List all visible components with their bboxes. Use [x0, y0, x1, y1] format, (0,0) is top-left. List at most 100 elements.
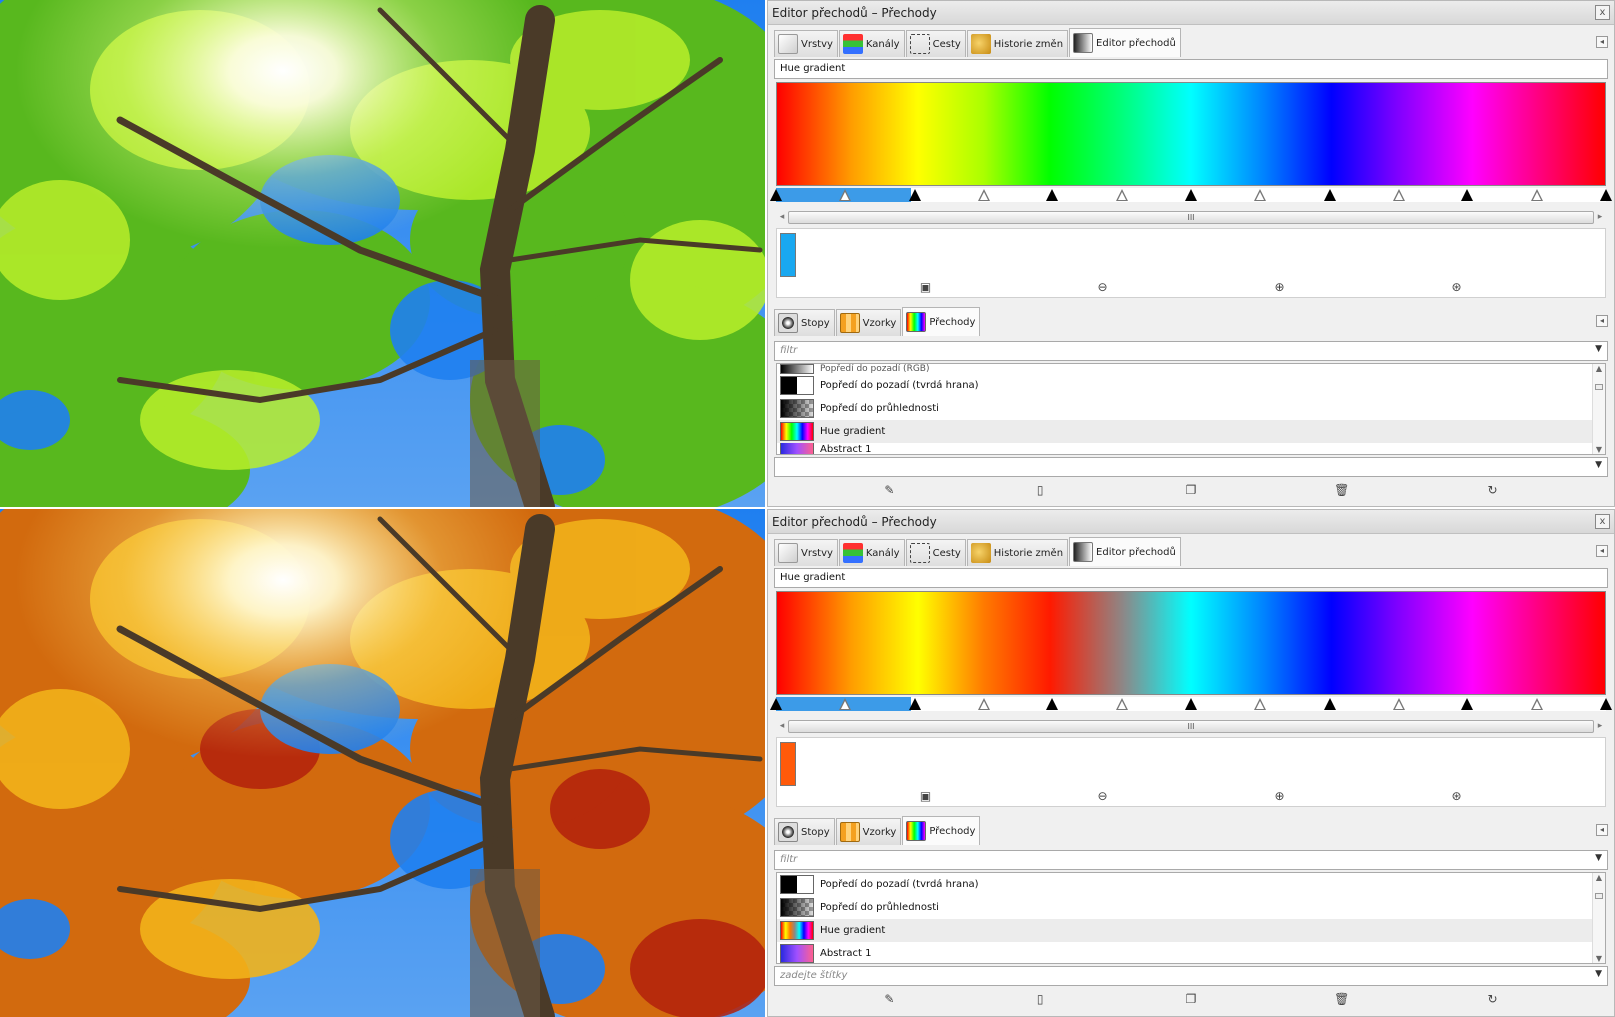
stop-handle[interactable] [770, 698, 782, 710]
panel-titlebar[interactable]: Editor přechodů – Přechody x [768, 510, 1614, 534]
stop-handle[interactable] [1323, 189, 1336, 201]
scroll-left-icon[interactable]: ◂ [776, 212, 788, 222]
scroll-up-icon[interactable]: ▲ [1593, 364, 1605, 373]
tab-undo-history[interactable]: Historie změn [966, 539, 1069, 566]
stop-handle[interactable] [1185, 698, 1197, 710]
gradient-name-field[interactable]: Hue gradient [774, 568, 1608, 588]
scroll-right-icon[interactable]: ▸ [1594, 721, 1606, 731]
save-icon[interactable]: ▣ [918, 279, 933, 294]
scroll-thumb[interactable]: III [788, 719, 1594, 733]
scroll-down-icon[interactable]: ▼ [1593, 954, 1605, 963]
chevron-down-icon[interactable]: ▼ [1595, 853, 1602, 863]
gradient-preview[interactable] [776, 82, 1606, 186]
scroll-thumb[interactable]: III [788, 210, 1594, 224]
scroll-right-icon[interactable]: ▸ [1594, 212, 1606, 222]
filter-input[interactable]: filtr ▼ [774, 850, 1608, 870]
list-item[interactable]: Popředí do pozadí (tvrdá hrana) [777, 374, 1605, 397]
save-icon[interactable]: ▣ [918, 788, 933, 803]
delete-icon[interactable]: 🗑 [1334, 992, 1349, 1007]
tab-patterns[interactable]: Vzorky [835, 818, 902, 845]
scroll-up-icon[interactable]: ▲ [1593, 873, 1605, 882]
tab-brushes[interactable]: Stopy [774, 309, 835, 336]
midpoint-handle[interactable] [838, 698, 851, 710]
midpoint-handle[interactable] [1253, 698, 1266, 710]
tab-menu-icon[interactable]: ◂ [1596, 824, 1608, 836]
edit-icon[interactable]: ✎ [882, 992, 897, 1007]
tab-channels[interactable]: Kanály [838, 30, 905, 57]
gradient-stops-bar[interactable] [770, 188, 1612, 202]
refresh-icon[interactable]: ↻ [1485, 992, 1500, 1007]
midpoint-handle[interactable] [977, 698, 990, 710]
list-item[interactable]: Abstract 1 [777, 443, 1605, 454]
zoom-in-icon[interactable]: ⊕ [1272, 279, 1287, 294]
filter-input[interactable]: filtr ▼ [774, 341, 1608, 361]
stop-handle[interactable] [1461, 698, 1474, 710]
tab-undo-history[interactable]: Historie změn [966, 30, 1069, 57]
tab-gradient-editor[interactable]: Editor přechodů [1069, 28, 1181, 57]
list-item[interactable]: Popředí do průhlednosti [777, 397, 1605, 420]
tab-gradient-editor[interactable]: Editor přechodů [1069, 537, 1181, 566]
tab-layers[interactable]: Vrstvy [774, 539, 838, 566]
stop-handle[interactable] [908, 698, 921, 710]
list-vscrollbar[interactable]: ▲ ▼ [1592, 364, 1605, 454]
zoom-out-icon[interactable]: ⊖ [1095, 788, 1110, 803]
delete-icon[interactable]: 🗑 [1334, 483, 1349, 498]
midpoint-handle[interactable] [1116, 189, 1129, 201]
refresh-icon[interactable]: ↻ [1485, 483, 1500, 498]
close-icon[interactable]: x [1595, 514, 1610, 529]
stop-handle[interactable] [1185, 189, 1197, 201]
gradient-preview[interactable] [776, 591, 1606, 695]
list-item[interactable]: Popředí do průhlednosti [777, 896, 1605, 919]
duplicate-icon[interactable]: ❐ [1183, 992, 1198, 1007]
gradient-hscrollbar[interactable]: ◂ III ▸ [776, 718, 1606, 734]
tag-input[interactable]: ▼ [774, 457, 1608, 477]
new-icon[interactable]: ▯ [1033, 992, 1048, 1007]
gradient-hscrollbar[interactable]: ◂ III ▸ [776, 209, 1606, 225]
list-vscrollbar[interactable]: ▲ ▼ [1592, 873, 1605, 963]
zoom-out-icon[interactable]: ⊖ [1095, 279, 1110, 294]
tab-menu-icon[interactable]: ◂ [1596, 36, 1608, 48]
edit-icon[interactable]: ✎ [882, 483, 897, 498]
gradient-name-field[interactable]: Hue gradient [774, 59, 1608, 79]
close-icon[interactable]: x [1595, 5, 1610, 20]
midpoint-handle[interactable] [838, 189, 851, 201]
list-item-selected[interactable]: Hue gradient [777, 420, 1605, 443]
tab-paths[interactable]: Cesty [905, 30, 966, 57]
stop-handle[interactable] [770, 189, 782, 201]
scroll-down-icon[interactable]: ▼ [1593, 445, 1605, 454]
new-icon[interactable]: ▯ [1033, 483, 1048, 498]
stop-handle[interactable] [1046, 698, 1059, 710]
chevron-down-icon[interactable]: ▼ [1595, 344, 1602, 354]
chevron-down-icon[interactable]: ▼ [1595, 969, 1602, 979]
selected-color-swatch[interactable] [780, 233, 796, 277]
midpoint-handle[interactable] [977, 189, 990, 201]
zoom-all-icon[interactable]: ⊛ [1449, 279, 1464, 294]
scroll-left-icon[interactable]: ◂ [776, 721, 788, 731]
scroll-thumb[interactable] [1595, 384, 1603, 390]
midpoint-handle[interactable] [1116, 698, 1129, 710]
midpoint-handle[interactable] [1253, 189, 1266, 201]
stop-handle[interactable] [1461, 189, 1474, 201]
tab-gradients[interactable]: Přechody [902, 307, 981, 336]
scroll-thumb[interactable] [1595, 893, 1603, 899]
stop-handle[interactable] [908, 189, 921, 201]
tab-channels[interactable]: Kanály [838, 539, 905, 566]
tab-paths[interactable]: Cesty [905, 539, 966, 566]
selected-color-swatch[interactable] [780, 742, 796, 786]
list-item[interactable]: Popředí do pozadí (RGB) [777, 364, 1605, 374]
midpoint-handle[interactable] [1392, 189, 1405, 201]
tab-brushes[interactable]: Stopy [774, 818, 835, 845]
list-item[interactable]: Abstract 1 [777, 942, 1605, 963]
midpoint-handle[interactable] [1531, 698, 1544, 710]
tab-layers[interactable]: Vrstvy [774, 30, 838, 57]
stop-handle[interactable] [1600, 189, 1612, 201]
stop-handle[interactable] [1323, 698, 1336, 710]
midpoint-handle[interactable] [1531, 189, 1544, 201]
tag-input[interactable]: zadejte štítky ▼ [774, 966, 1608, 986]
stop-handle[interactable] [1600, 698, 1612, 710]
panel-titlebar[interactable]: Editor přechodů – Přechody x [768, 1, 1614, 25]
list-item-selected[interactable]: Hue gradient [777, 919, 1605, 942]
gradient-stops-bar[interactable] [770, 697, 1612, 711]
stop-handle[interactable] [1046, 189, 1059, 201]
tab-menu-icon[interactable]: ◂ [1596, 545, 1608, 557]
